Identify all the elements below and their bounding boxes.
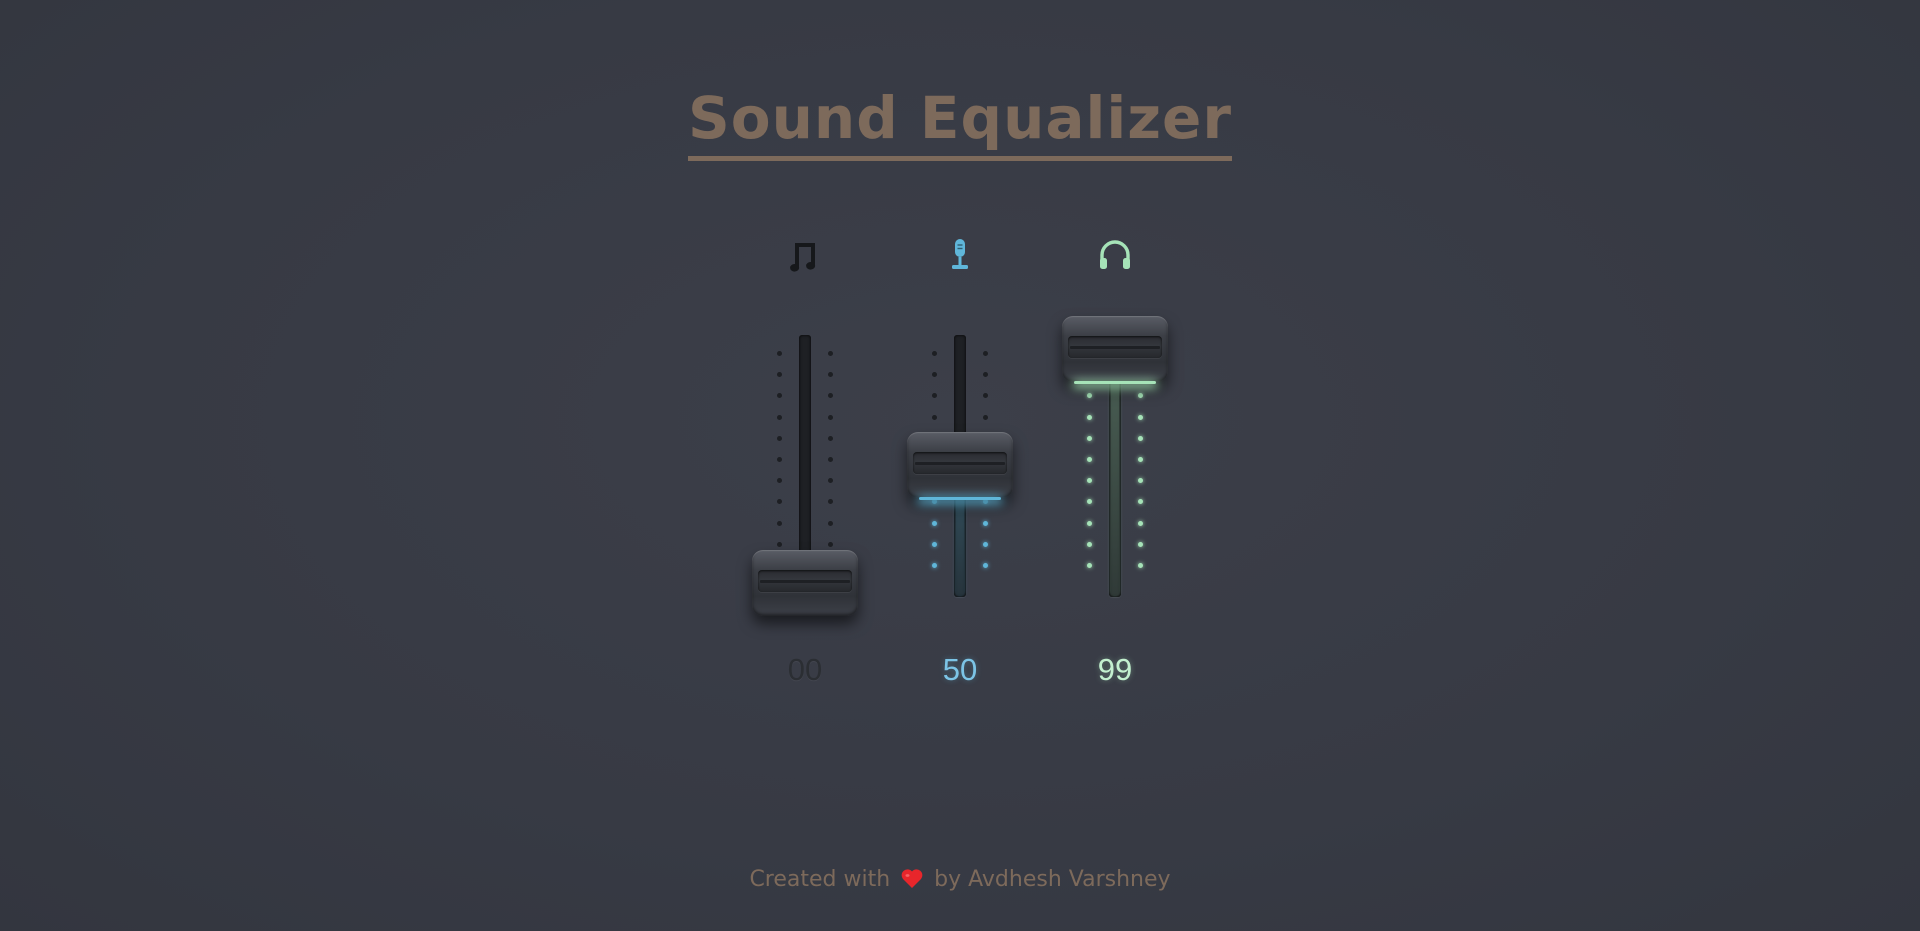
level-dot (983, 563, 988, 568)
level-dot (1138, 457, 1143, 462)
level-dot (1087, 541, 1092, 547)
level-dot (828, 541, 833, 547)
level-dot (777, 520, 782, 526)
level-dot (828, 351, 833, 356)
level-dot (777, 414, 782, 420)
music-value: 00 (787, 652, 823, 687)
microphone-value: 50 (942, 652, 978, 687)
level-dot (932, 520, 937, 526)
level-dot (777, 457, 782, 462)
level-dot (828, 414, 833, 420)
level-dot (1087, 457, 1092, 462)
level-dot (932, 351, 937, 356)
music-slider-thumb[interactable] (752, 550, 858, 616)
level-dot (932, 563, 937, 568)
level-dot (828, 393, 833, 399)
microphone-slider-thumb[interactable] (907, 431, 1013, 500)
level-dot (1138, 541, 1143, 547)
level-dot (1087, 414, 1092, 420)
headphones-slider-thumb[interactable] (1062, 316, 1168, 384)
level-dot (777, 478, 782, 484)
level-dot (983, 372, 988, 378)
heart-icon (900, 867, 924, 889)
level-dot (777, 372, 782, 378)
channel-microphone: 50 (900, 230, 1020, 700)
level-dot (1087, 478, 1092, 484)
level-dot (828, 457, 833, 462)
level-dot (983, 499, 988, 505)
level-dot (1138, 563, 1143, 568)
level-dot (828, 499, 833, 505)
level-dot (1138, 478, 1143, 484)
level-dot (1087, 520, 1092, 526)
channel-headphones: 99 (1055, 230, 1175, 700)
level-dot (983, 520, 988, 526)
level-dot (1138, 499, 1143, 505)
level-dot (932, 499, 937, 505)
level-dot (1138, 393, 1143, 399)
level-dot (1087, 435, 1092, 441)
level-dot (983, 541, 988, 547)
level-dot (932, 414, 937, 420)
level-dot (828, 435, 833, 441)
level-dot (777, 541, 782, 547)
level-dot (828, 520, 833, 526)
channel-music: 00 (745, 230, 865, 700)
level-dot (932, 372, 937, 378)
headphones-value: 99 (1097, 652, 1133, 687)
level-dot (1087, 499, 1092, 505)
footer-suffix: by Avdhesh Varshney (934, 867, 1171, 892)
level-dot (828, 372, 833, 378)
level-dot (932, 393, 937, 399)
level-dot (932, 541, 937, 547)
headphones-icon (1095, 235, 1135, 275)
footer-credit: Created with by Avdhesh Varshney (0, 866, 1920, 894)
level-dot (1138, 435, 1143, 441)
music-note-icon (785, 235, 825, 275)
equalizer: 00 50 99 (0, 0, 1920, 931)
level-dot (983, 414, 988, 420)
level-dot (777, 435, 782, 441)
level-dot (777, 393, 782, 399)
level-dot (1138, 414, 1143, 420)
footer-prefix: Created with (749, 867, 891, 892)
level-dot (1087, 393, 1092, 399)
level-dot (828, 478, 833, 484)
microphone-icon (940, 235, 980, 275)
level-dot (777, 499, 782, 505)
level-dot (1138, 520, 1143, 526)
level-dot (983, 393, 988, 399)
level-dot (983, 351, 988, 356)
level-dot (1087, 563, 1092, 568)
level-dot (777, 351, 782, 356)
